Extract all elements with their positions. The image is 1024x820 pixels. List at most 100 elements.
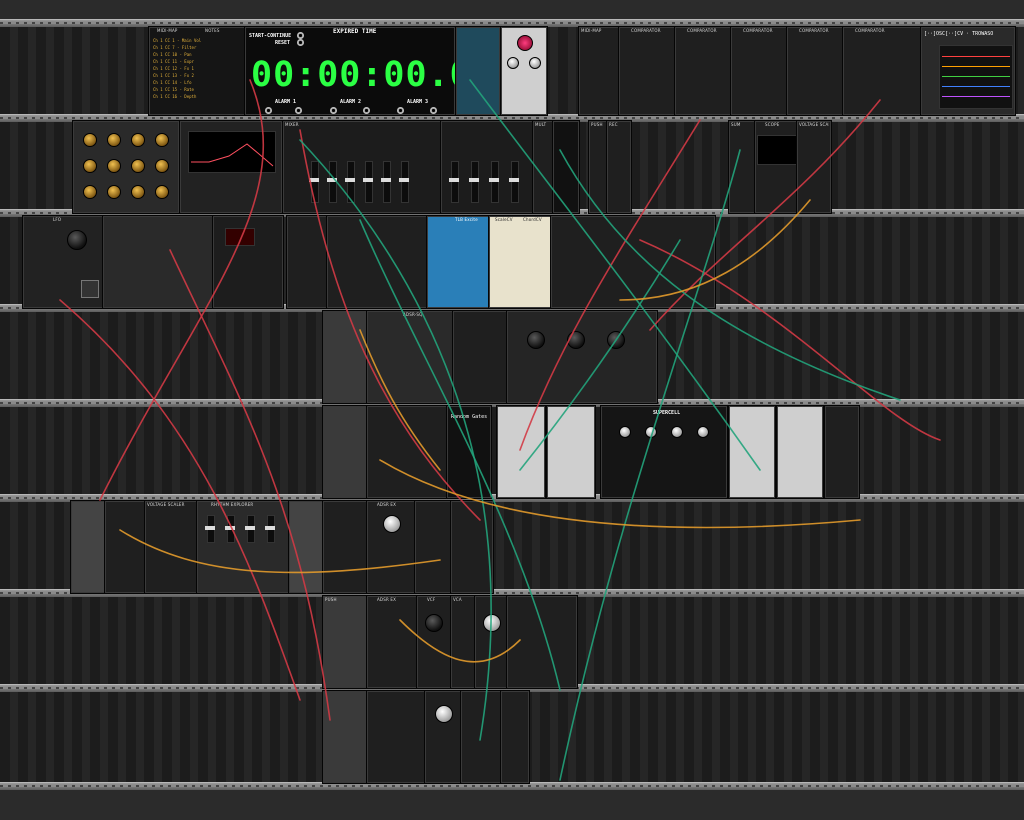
vco-module[interactable]	[322, 500, 368, 594]
sequencer-row4-module[interactable]	[322, 310, 368, 404]
osc-cv-module[interactable]: [··]OSC[··]CV · TROWASO	[920, 26, 1016, 116]
push-module[interactable]	[322, 690, 368, 784]
fader[interactable]	[363, 161, 373, 203]
alarm-jack[interactable]	[397, 107, 404, 114]
supercell-module[interactable]: SUPERCELL	[600, 405, 728, 499]
fader[interactable]	[345, 161, 355, 203]
adsr-module[interactable]: ADSR EX	[366, 595, 418, 689]
chord-module[interactable]	[326, 215, 428, 309]
knob[interactable]	[697, 426, 709, 438]
midi-map-right-module[interactable]: MIDI-MAP	[578, 26, 620, 116]
vca-module[interactable]	[500, 690, 530, 784]
drum-voice-module[interactable]	[496, 405, 546, 499]
logic-bank-module[interactable]	[70, 500, 106, 594]
sequence-display-module[interactable]	[212, 215, 284, 309]
knob[interactable]	[131, 133, 145, 147]
knob[interactable]	[435, 705, 453, 723]
adsr-module[interactable]	[366, 690, 426, 784]
knob[interactable]	[83, 159, 97, 173]
logic-module[interactable]	[500, 26, 548, 116]
fader[interactable]	[381, 161, 391, 203]
density-slider[interactable]	[245, 515, 255, 543]
knob[interactable]	[83, 185, 97, 199]
mixer-right-module[interactable]	[440, 120, 534, 214]
push-module[interactable]: PUSH	[322, 595, 368, 689]
midi-map-module[interactable]: MIDI-MAP NOTES Ch 1 CC 1 - Main Vol Ch 1…	[148, 26, 246, 116]
sequencer-module[interactable]	[455, 26, 501, 116]
fader[interactable]	[489, 161, 499, 203]
fader[interactable]	[399, 161, 409, 203]
drum-voice-module[interactable]	[728, 405, 776, 499]
clock-module[interactable]: EXPIRED TIME START-CONTINUE RESET 00:00:…	[244, 26, 515, 116]
knob[interactable]	[529, 57, 541, 69]
fader[interactable]	[509, 161, 519, 203]
mult-module[interactable]	[450, 500, 494, 594]
push-module[interactable]: PUSH	[588, 120, 608, 214]
scale-cv-module[interactable]: ScaleCV ChordCV	[488, 215, 552, 309]
mixer-module[interactable]: MIXER	[282, 120, 442, 214]
alarm-jack[interactable]	[330, 107, 337, 114]
voltage-module[interactable]	[550, 215, 716, 309]
lfo-module[interactable]: LFO	[22, 215, 104, 309]
knob[interactable]	[527, 331, 545, 349]
drum-voice-module[interactable]	[546, 405, 596, 499]
density-slider[interactable]	[205, 515, 215, 543]
fader[interactable]	[469, 161, 479, 203]
vcf-module[interactable]	[474, 595, 508, 689]
audio-module[interactable]	[552, 120, 580, 214]
reset-jack[interactable]	[297, 39, 304, 46]
rhythm-explorer-module[interactable]: RHYTHM EXPLORER	[196, 500, 290, 594]
vcf-module[interactable]: VCF	[416, 595, 452, 689]
cutoff-knob[interactable]	[425, 614, 443, 632]
comparator-module[interactable]: COMPARATOR	[618, 26, 676, 116]
drum-voice-module[interactable]	[776, 405, 824, 499]
start-jack[interactable]	[297, 32, 304, 39]
knob[interactable]	[567, 331, 585, 349]
pink-knob[interactable]	[517, 35, 533, 51]
logic-bank-module[interactable]	[288, 500, 324, 594]
filter-row4-module[interactable]	[452, 310, 508, 404]
knob[interactable]	[83, 133, 97, 147]
alarm-jack[interactable]	[430, 107, 437, 114]
sequence-module[interactable]	[102, 215, 214, 309]
voltage-scaler-row6-module[interactable]	[104, 500, 146, 594]
rec-module[interactable]: REC	[606, 120, 632, 214]
comparator-module[interactable]: COMPARATOR	[842, 26, 922, 116]
alarm-jack[interactable]	[265, 107, 272, 114]
knob[interactable]	[131, 185, 145, 199]
knob[interactable]	[507, 57, 519, 69]
density-slider[interactable]	[225, 515, 235, 543]
eq-module[interactable]	[179, 120, 283, 214]
drum-module[interactable]	[366, 405, 448, 499]
sum-module[interactable]: SUM	[728, 120, 756, 214]
mult-module[interactable]: MULT	[532, 120, 554, 214]
mult-module[interactable]	[824, 405, 860, 499]
knob[interactable]	[619, 426, 631, 438]
knob[interactable]	[107, 159, 121, 173]
knob[interactable]	[107, 185, 121, 199]
mult-module[interactable]	[286, 215, 328, 309]
vca-module[interactable]: VCA	[450, 595, 476, 689]
synth-row4-module[interactable]	[506, 310, 658, 404]
knob[interactable]	[107, 133, 121, 147]
comparator-module[interactable]: COMPARATOR	[730, 26, 788, 116]
knob[interactable]	[155, 159, 169, 173]
knob[interactable]	[645, 426, 657, 438]
vca-module[interactable]	[506, 595, 578, 689]
knob[interactable]	[155, 185, 169, 199]
adsr-sq-module[interactable]: ADSR-SQ	[366, 310, 454, 404]
knob[interactable]	[671, 426, 683, 438]
alarm-jack[interactable]	[363, 107, 370, 114]
lfo-rate-knob[interactable]	[67, 230, 87, 250]
adsr-module[interactable]	[460, 690, 502, 784]
knob[interactable]	[383, 515, 401, 533]
knob-bank-module[interactable]	[72, 120, 180, 214]
adsr-module[interactable]	[414, 500, 452, 594]
comparator-module[interactable]: COMPARATOR	[786, 26, 844, 116]
alarm-jack[interactable]	[295, 107, 302, 114]
voltage-scaler-module[interactable]: VOLTAGE SCALER	[796, 120, 832, 214]
fader[interactable]	[309, 161, 319, 203]
knob[interactable]	[131, 159, 145, 173]
fader[interactable]	[449, 161, 459, 203]
lfo-pad[interactable]	[81, 280, 99, 298]
